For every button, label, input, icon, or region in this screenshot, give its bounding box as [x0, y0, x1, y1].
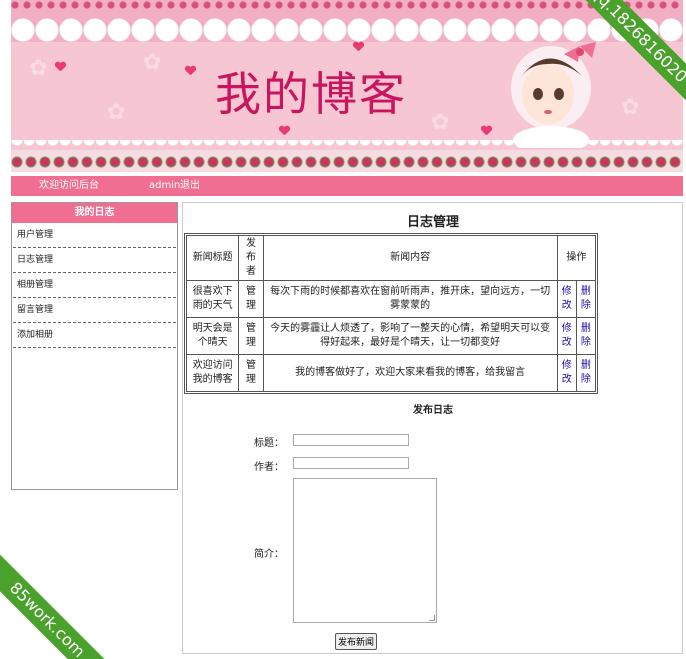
resize-grip-icon[interactable]	[429, 615, 435, 621]
username: admin	[149, 180, 181, 191]
title-input[interactable]	[293, 434, 409, 446]
main-panel: 日志管理 新闻标题 发布者 新闻内容 操作 很喜欢下雨的天气 管理 每次下雨的时…	[182, 202, 683, 654]
sidebar-item-messages[interactable]: 留言管理	[13, 298, 176, 323]
flower-icon: ✿	[143, 50, 162, 75]
cell-content: 每次下雨的时候都喜欢在窗前听雨声，推开床，望向远方，一切雾蒙蒙的	[262, 280, 558, 318]
heart-icon	[55, 62, 65, 71]
table-row: 很喜欢下雨的天气 管理 每次下雨的时候都喜欢在窗前听雨声，推开床，望向远方，一切…	[185, 280, 597, 318]
heart-icon	[279, 126, 289, 135]
cell-title: 欢迎访问我的博客	[185, 354, 240, 392]
sidebar-item-logs[interactable]: 日志管理	[13, 248, 176, 273]
logout-link[interactable]: 退出	[180, 176, 200, 196]
girl-illustration-icon	[511, 42, 596, 148]
flower-icon: ✿	[29, 56, 48, 81]
publish-button[interactable]: 发布新闻	[335, 633, 378, 650]
flower-icon: ✿	[621, 95, 640, 120]
cell-title: 很喜欢下雨的天气	[185, 280, 240, 318]
watermark-bottom-left: 85work.com	[0, 550, 117, 659]
page-title: 日志管理	[406, 215, 459, 230]
top-nav-bar: 欢迎访问后台 admin 退出	[11, 176, 683, 196]
summary-textarea[interactable]	[293, 478, 437, 623]
table-row: 欢迎访问我的博客 管理 我的博客做好了，欢迎大家来看我的博客，给我留言 修改 删…	[185, 354, 597, 392]
sidebar-item-users[interactable]: 用户管理	[13, 223, 176, 248]
rose-trim-top	[11, 0, 683, 10]
edit-link[interactable]: 修改	[556, 280, 577, 318]
form-title: 发布日志	[413, 405, 453, 416]
lace-wave	[11, 140, 683, 150]
delete-link[interactable]: 删除	[575, 354, 597, 392]
sidebar-item-add-album[interactable]: 添加相册	[13, 323, 176, 348]
sidebar-item-albums[interactable]: 相册管理	[13, 273, 176, 298]
sidebar: 我的日志 用户管理 日志管理 相册管理 留言管理 添加相册	[11, 202, 178, 490]
cell-content: 今天的雾霾让人烦透了，影响了一整天的心情，希望明天可以变得好起来，最好是个晴天，…	[262, 317, 558, 355]
col-header-title: 新闻标题	[185, 235, 240, 281]
title-label: 标题：	[254, 438, 284, 449]
rose-trim-bottom	[11, 150, 683, 172]
flower-icon: ✿	[431, 110, 450, 135]
summary-label: 简介：	[254, 549, 284, 560]
cell-title: 明天会是个晴天	[185, 317, 240, 355]
edit-link[interactable]: 修改	[556, 354, 577, 392]
cell-author: 管理	[238, 354, 264, 392]
news-table: 新闻标题 发布者 新闻内容 操作 很喜欢下雨的天气 管理 每次下雨的时候都喜欢在…	[184, 233, 598, 394]
author-label: 作者：	[254, 462, 284, 473]
cell-author: 管理	[238, 317, 264, 355]
heart-icon	[353, 42, 363, 51]
delete-link[interactable]: 删除	[575, 317, 597, 355]
cell-content: 我的博客做好了，欢迎大家来看我的博客，给我留言	[262, 354, 558, 392]
delete-link[interactable]: 删除	[575, 280, 597, 318]
col-header-author: 发布者	[238, 235, 264, 281]
table-row: 明天会是个晴天 管理 今天的雾霾让人烦透了，影响了一整天的心情，希望明天可以变得…	[185, 317, 597, 355]
heart-icon	[185, 66, 195, 75]
author-input[interactable]	[293, 457, 409, 469]
blog-title: 我的博客	[215, 67, 407, 121]
flower-icon: ✿	[107, 100, 126, 125]
welcome-link[interactable]: 欢迎访问后台	[39, 176, 99, 196]
header-banner: ✿ ✿ ✿ ✿ ✿ 我的博客	[11, 0, 683, 172]
heart-icon	[481, 126, 491, 135]
col-header-actions: 操作	[556, 235, 597, 281]
edit-link[interactable]: 修改	[556, 317, 577, 355]
table-header-row: 新闻标题 发布者 新闻内容 操作	[185, 235, 597, 281]
cell-author: 管理	[238, 280, 264, 318]
col-header-content: 新闻内容	[262, 235, 558, 281]
sidebar-header: 我的日志	[12, 203, 177, 223]
